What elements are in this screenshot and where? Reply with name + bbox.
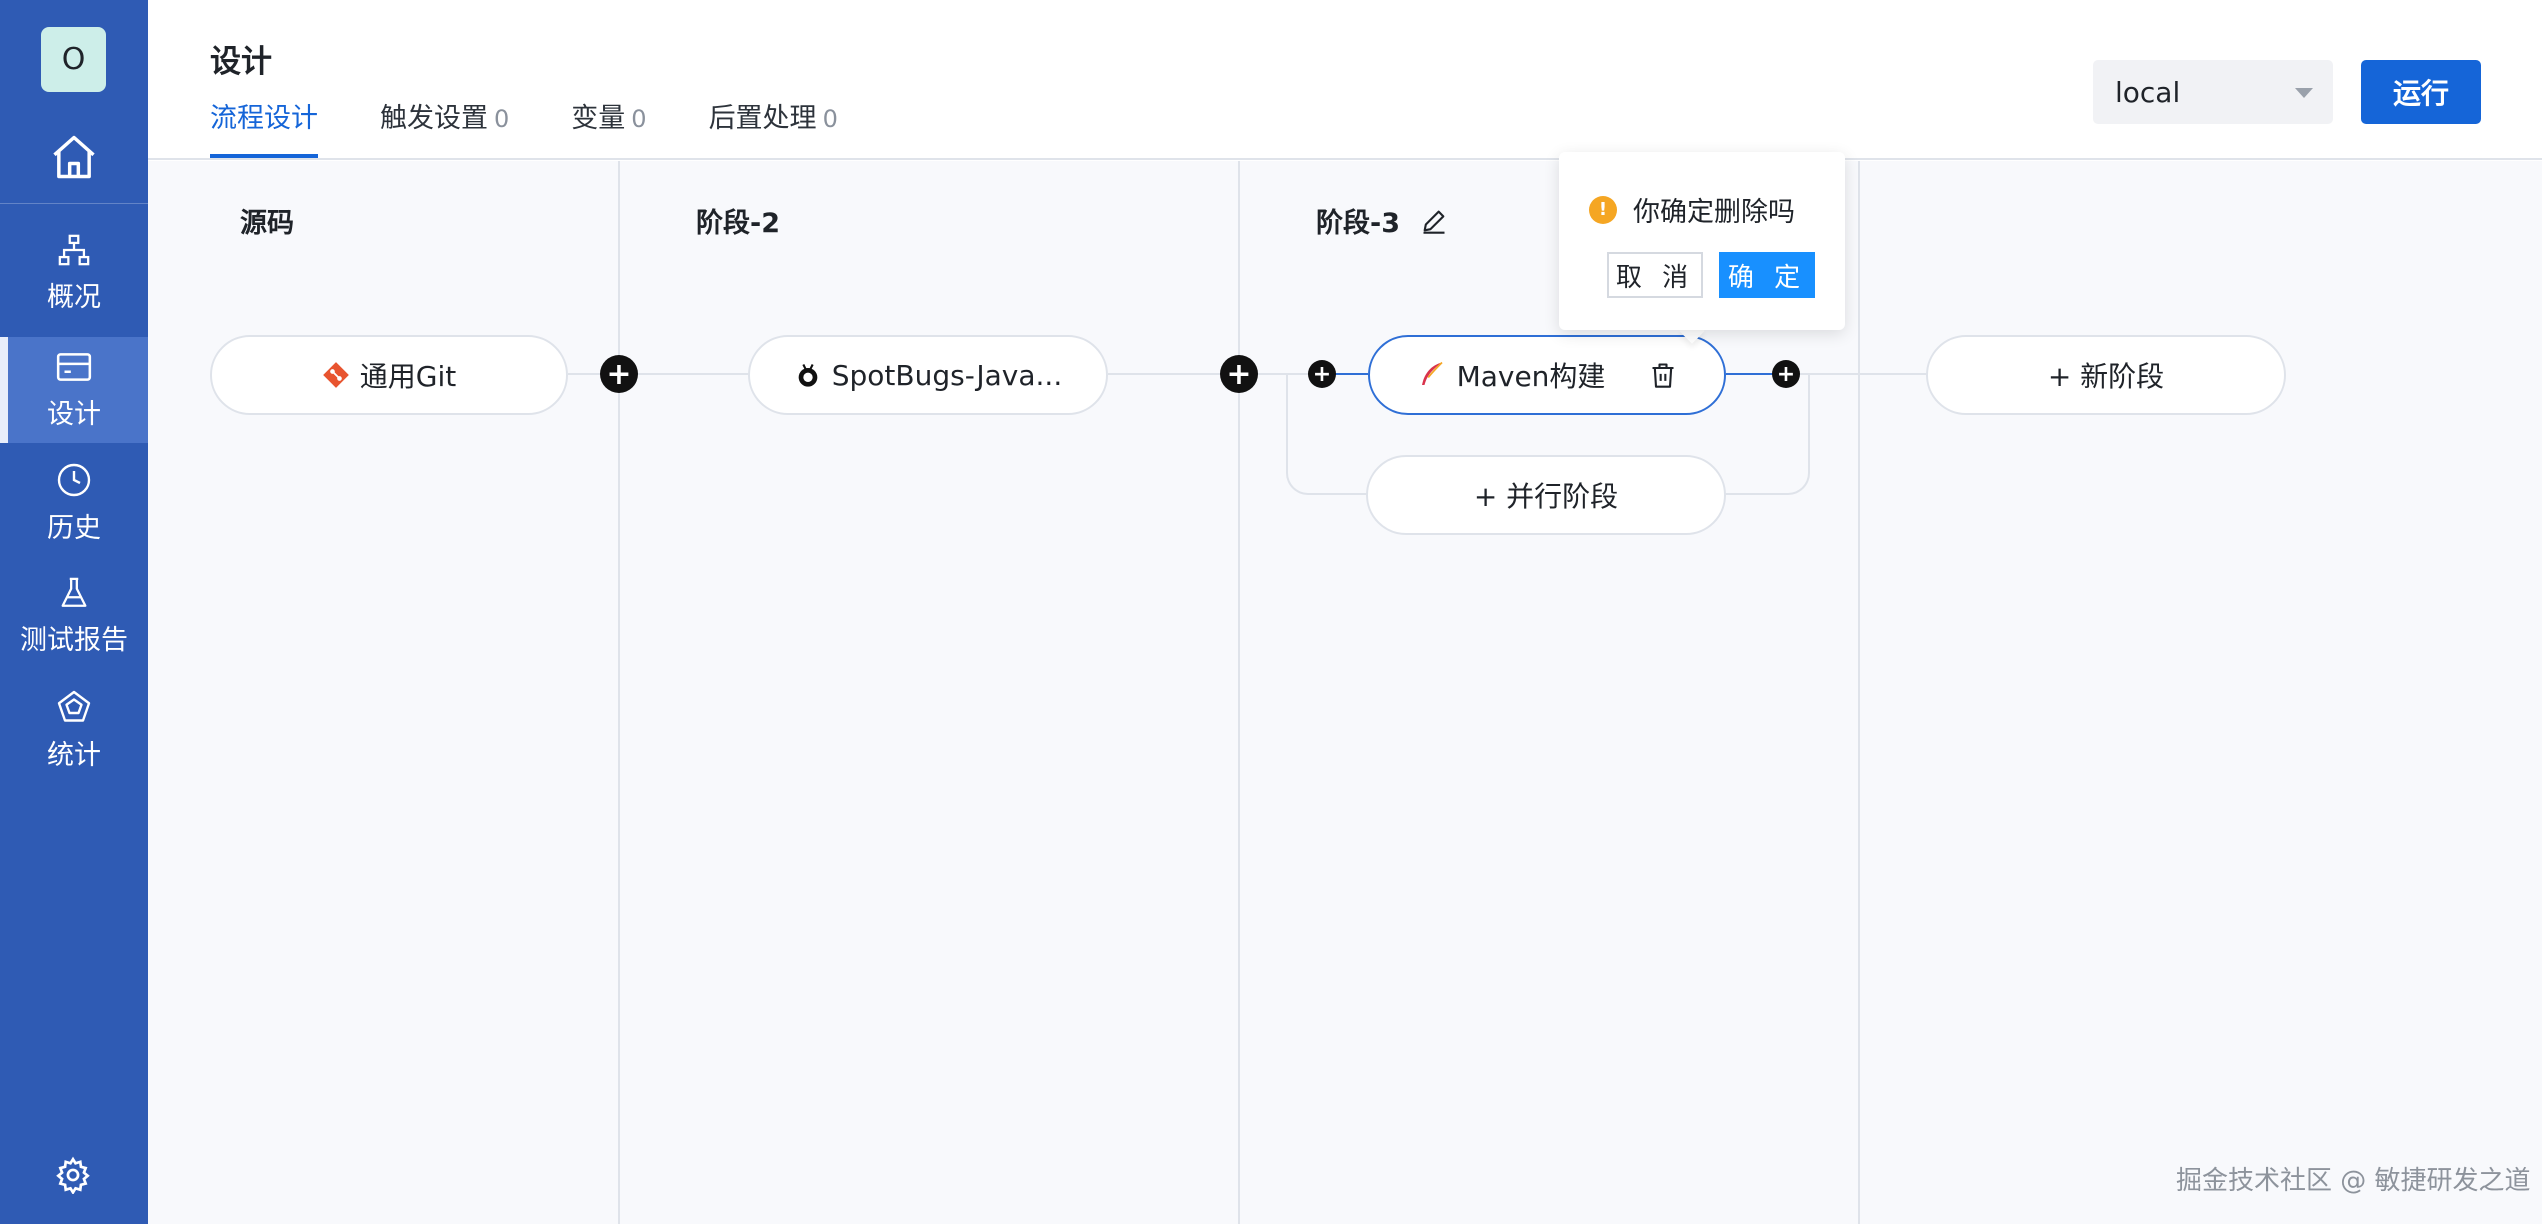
tab-label: 流程设计 xyxy=(210,103,318,134)
add-parallel-stage-button[interactable]: + 并行阶段 xyxy=(1366,455,1726,535)
popconfirm-message-text: 你确定删除吗 xyxy=(1633,197,1795,228)
job-label: Maven构建 xyxy=(1456,360,1606,393)
sidebar-item-statistics[interactable]: 统计 xyxy=(0,677,148,783)
tab-bar: 流程设计 触发设置 0 变量 0 后置处理 0 xyxy=(210,96,838,158)
job-label: SpotBugs-Java... xyxy=(831,358,1063,392)
flask-icon xyxy=(61,577,87,607)
job-maven[interactable]: Maven构建 xyxy=(1368,335,1726,415)
sidebar-divider xyxy=(0,203,148,204)
insert-job-after-plus-icon[interactable]: + xyxy=(1772,360,1800,388)
sidebar-item-history[interactable]: 历史 xyxy=(0,450,148,556)
sidebar-item-label: 设计 xyxy=(47,398,101,430)
sidebar-item-design[interactable]: 设计 xyxy=(0,337,148,443)
git-icon xyxy=(322,362,349,388)
sidebar-item-overview[interactable]: 概况 xyxy=(0,220,148,326)
insert-job-before-plus-icon[interactable]: + xyxy=(1308,360,1336,388)
tab-count: 0 xyxy=(494,105,510,133)
stage-title-source: 源码 xyxy=(240,201,294,240)
sidebar-item-label: 概况 xyxy=(47,281,101,313)
edit-icon[interactable] xyxy=(1420,207,1448,235)
trash-icon[interactable] xyxy=(1649,361,1677,389)
tab-pipeline-design[interactable]: 流程设计 xyxy=(210,96,318,158)
sidebar: O 概况 设计 历史 测试报告 统计 xyxy=(0,0,148,1224)
caret-down-icon xyxy=(2295,88,2313,98)
environment-select[interactable]: local xyxy=(2093,60,2333,124)
job-label: 通用Git xyxy=(359,360,457,393)
tab-count: 0 xyxy=(822,105,838,133)
tab-post-processing[interactable]: 后置处理 0 xyxy=(709,96,838,158)
tab-label: 变量 xyxy=(571,103,626,134)
feather-icon xyxy=(1421,361,1443,385)
run-button[interactable]: 运行 xyxy=(2361,60,2481,124)
sidebar-item-label: 测试报告 xyxy=(20,624,128,656)
avatar[interactable]: O xyxy=(41,27,106,92)
cancel-button[interactable]: 取 消 xyxy=(1607,252,1703,298)
tab-count: 0 xyxy=(631,105,647,133)
sidebar-item-test-report[interactable]: 测试报告 xyxy=(0,563,148,669)
stage-title-text: 阶段-3 xyxy=(1316,208,1400,239)
sidebar-item-label: 历史 xyxy=(47,512,101,544)
tab-label: 触发设置 xyxy=(380,103,488,134)
add-new-stage-button[interactable]: + 新阶段 xyxy=(1926,335,2286,415)
stage-title-stage-2: 阶段-2 xyxy=(696,201,780,240)
environment-select-value: local xyxy=(2115,75,2181,109)
bug-icon xyxy=(798,364,818,387)
clock-icon xyxy=(57,463,91,496)
page-title: 设计 xyxy=(210,44,272,80)
page-header: 设计 流程设计 触发设置 0 变量 0 后置处理 0 local 运行 xyxy=(148,0,2542,160)
home-icon xyxy=(53,135,95,179)
job-spotbugs[interactable]: SpotBugs-Java... xyxy=(748,335,1108,415)
popconfirm-message: ! 你确定删除吗 xyxy=(1589,190,1795,229)
tab-trigger-settings[interactable]: 触发设置 0 xyxy=(380,96,509,158)
add-job-plus-icon[interactable]: + xyxy=(600,355,638,393)
stage-column-source xyxy=(148,161,620,1224)
job-git[interactable]: 通用Git xyxy=(210,335,568,415)
tab-variables[interactable]: 变量 0 xyxy=(571,96,646,158)
stage-title-text: 阶段-2 xyxy=(696,208,780,239)
settings-button[interactable] xyxy=(48,1150,98,1200)
warning-icon: ! xyxy=(1589,195,1617,224)
home-button[interactable] xyxy=(0,112,148,202)
gear-icon xyxy=(56,1156,90,1194)
stage-title-text: 源码 xyxy=(240,208,294,239)
radar-icon xyxy=(57,690,91,722)
add-job-plus-icon[interactable]: + xyxy=(1220,355,1258,393)
watermark: 掘金技术社区 @ 敏捷研发之道 xyxy=(2176,1166,2531,1196)
delete-confirm-popover: ! 你确定删除吗 取 消 确 定 xyxy=(1559,152,1845,330)
confirm-button[interactable]: 确 定 xyxy=(1719,252,1815,298)
pipeline-canvas: 源码 阶段-2 阶段-3 通用Git SpotBugs-Java... Mave… xyxy=(148,161,2542,1224)
tab-label: 后置处理 xyxy=(708,103,817,134)
stage-column-stage-2 xyxy=(620,161,1240,1224)
stage-title-stage-3: 阶段-3 xyxy=(1316,201,1448,240)
sidebar-item-label: 统计 xyxy=(47,739,101,771)
card-icon xyxy=(56,352,92,381)
sitemap-icon xyxy=(58,234,90,265)
